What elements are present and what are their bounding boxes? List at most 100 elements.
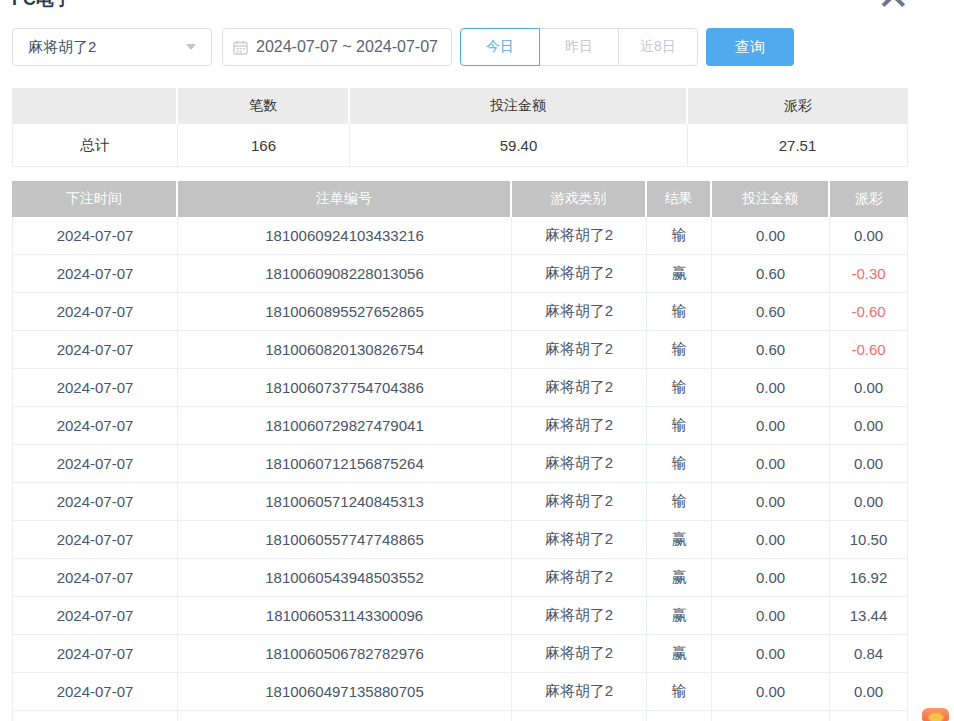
cell-time: 2024-07-07 xyxy=(12,445,178,483)
cell-time: 2024-07-07 xyxy=(12,635,178,673)
cell-payout: -0.60 xyxy=(830,293,908,331)
col-header-game: 游戏类别 xyxy=(512,181,647,217)
cell-result: 赢 xyxy=(647,597,712,635)
cell-id: 1810060497135880705 xyxy=(178,673,512,711)
close-icon[interactable]: ✕ xyxy=(876,0,910,16)
game-select[interactable]: 麻将胡了2 xyxy=(12,28,212,66)
cell-bet: 0.00 xyxy=(712,635,830,673)
cell-bet: 0.00 xyxy=(712,445,830,483)
cell-game: 麻将胡了2 xyxy=(512,369,647,407)
last8days-button[interactable]: 近8日 xyxy=(618,28,698,66)
cell-time: 2024-07-07 xyxy=(12,255,178,293)
cell-id: 1810060895527652865 xyxy=(178,293,512,331)
table-row: 2024-07-07 1810060571240845313 麻将胡了2 输 0… xyxy=(12,483,908,521)
cell-payout: 10.50 xyxy=(830,521,908,559)
table-row: 2024-07-07 1810060506782782976 麻将胡了2 赢 0… xyxy=(12,635,908,673)
cell-game: 麻将胡了2 xyxy=(512,521,647,559)
calendar-icon xyxy=(233,40,248,55)
cell-payout: 13.44 xyxy=(830,597,908,635)
cell-game: 麻将胡了2 xyxy=(512,293,647,331)
cell-payout: 0.00 xyxy=(830,369,908,407)
table-row: 2024-07-07 1810060820130826754 麻将胡了2 输 0… xyxy=(12,331,908,369)
col-header-time: 下注时间 xyxy=(12,181,178,217)
cell-result: 输 xyxy=(647,407,712,445)
col-header-id: 注单编号 xyxy=(178,181,512,217)
cell-id: 1810060820130826754 xyxy=(178,331,512,369)
summary-total-payout: 27.51 xyxy=(688,124,908,167)
summary-total-count: 166 xyxy=(178,124,350,167)
cell-bet: 0.00 xyxy=(712,521,830,559)
table-row: 2024-07-07 1810060531143300096 麻将胡了2 赢 0… xyxy=(12,597,908,635)
cell-id: 1810060557747748865 xyxy=(178,521,512,559)
col-header-payout: 派彩 xyxy=(830,181,908,217)
page-title: FC电子 xyxy=(12,0,72,8)
summary-header-payout: 派彩 xyxy=(688,88,908,124)
summary-total-bet: 59.40 xyxy=(350,124,688,167)
cell-time: 2024-07-07 xyxy=(12,559,178,597)
table-row: 2024-07-07 1810060729827479041 麻将胡了2 输 0… xyxy=(12,407,908,445)
cell-id: 1810060924103433216 xyxy=(178,217,512,255)
cell-bet: 0.00 xyxy=(712,369,830,407)
cell-payout: -0.60 xyxy=(830,331,908,369)
cell-bet: 0.00 xyxy=(712,597,830,635)
table-row: 2024-07-07 1810060497135880705 麻将胡了2 输 0… xyxy=(12,673,908,711)
summary-table: 笔数 投注金额 派彩 总计 166 59.40 27.51 xyxy=(12,88,908,167)
cell-id: 1810060908228013056 xyxy=(178,255,512,293)
cell-game: 麻将胡了2 xyxy=(512,217,647,255)
cell-time: 2024-07-07 xyxy=(12,597,178,635)
cell-payout: 0.00 xyxy=(830,483,908,521)
cell-time: 2024-07-07 xyxy=(12,521,178,559)
table-row: 2024-07-07 1810060895527652865 麻将胡了2 输 0… xyxy=(12,293,908,331)
cell-result: 输 xyxy=(647,293,712,331)
yesterday-button[interactable]: 昨日 xyxy=(539,28,619,66)
col-header-result: 结果 xyxy=(647,181,712,217)
cell-id: 1810060729827479041 xyxy=(178,407,512,445)
floating-service-button[interactable] xyxy=(922,708,949,721)
cell-id: 1810060531143300096 xyxy=(178,597,512,635)
game-select-value: 麻将胡了2 xyxy=(28,38,96,57)
cell-game: 麻将胡了2 xyxy=(512,483,647,521)
chevron-down-icon xyxy=(186,44,196,50)
summary-total-row: 总计 166 59.40 27.51 xyxy=(12,124,908,167)
cell-payout: 0.00 xyxy=(830,407,908,445)
cell-id: 1810060571240845313 xyxy=(178,483,512,521)
cell-bet: 0.60 xyxy=(712,331,830,369)
summary-header-bet: 投注金额 xyxy=(350,88,688,124)
cell-result: 赢 xyxy=(647,255,712,293)
cell-payout: 0.00 xyxy=(830,217,908,255)
cell-bet: 0.00 xyxy=(712,483,830,521)
cell-game: 麻将胡了2 xyxy=(512,255,647,293)
cell-game: 麻将胡了2 xyxy=(512,597,647,635)
cell-payout: 0.84 xyxy=(830,635,908,673)
cell-result: 赢 xyxy=(647,521,712,559)
cell-game: 麻将胡了2 xyxy=(512,407,647,445)
partial-next-row xyxy=(12,711,908,721)
cell-bet: 0.00 xyxy=(712,407,830,445)
cell-time: 2024-07-07 xyxy=(12,217,178,255)
cell-payout: 0.00 xyxy=(830,445,908,483)
cell-id: 1810060543948503552 xyxy=(178,559,512,597)
cell-game: 麻将胡了2 xyxy=(512,673,647,711)
cell-bet: 0.60 xyxy=(712,255,830,293)
cell-id: 1810060506782782976 xyxy=(178,635,512,673)
today-button[interactable]: 今日 xyxy=(460,28,540,66)
col-header-bet: 投注金额 xyxy=(712,181,830,217)
summary-total-label: 总计 xyxy=(12,124,178,167)
cell-bet: 0.00 xyxy=(712,559,830,597)
cell-result: 输 xyxy=(647,445,712,483)
cell-time: 2024-07-07 xyxy=(12,673,178,711)
table-row: 2024-07-07 1810060712156875264 麻将胡了2 输 0… xyxy=(12,445,908,483)
cell-payout: 16.92 xyxy=(830,559,908,597)
cell-game: 麻将胡了2 xyxy=(512,635,647,673)
cell-time: 2024-07-07 xyxy=(12,293,178,331)
bets-table: 下注时间 注单编号 游戏类别 结果 投注金额 派彩 2024-07-07 181… xyxy=(12,181,908,711)
summary-header-empty xyxy=(12,88,178,124)
cell-result: 赢 xyxy=(647,559,712,597)
date-range-picker[interactable]: 2024-07-07 ~ 2024-07-07 xyxy=(222,28,452,66)
query-button[interactable]: 查询 xyxy=(706,28,794,66)
cell-result: 输 xyxy=(647,217,712,255)
cell-payout: -0.30 xyxy=(830,255,908,293)
cell-game: 麻将胡了2 xyxy=(512,559,647,597)
cell-time: 2024-07-07 xyxy=(12,407,178,445)
cell-result: 赢 xyxy=(647,635,712,673)
